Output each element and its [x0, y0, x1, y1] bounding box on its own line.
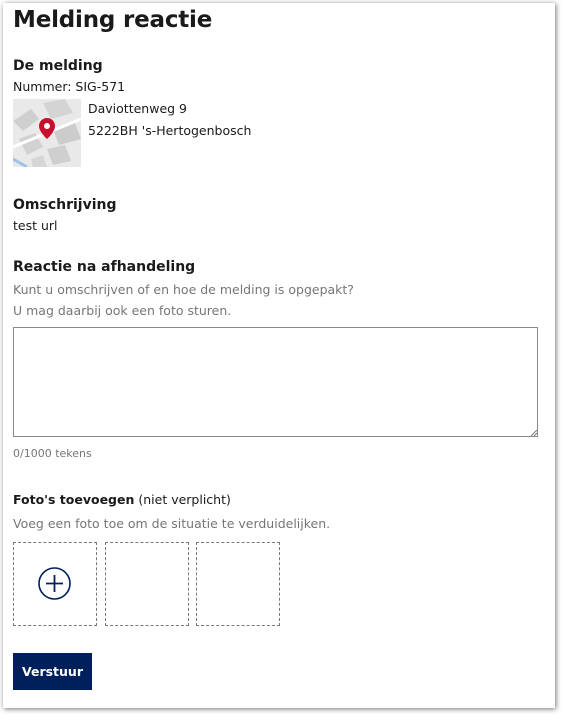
address-line-city: 5222BH 's-Hertogenbosch: [88, 123, 252, 138]
photo-slot-empty: [196, 542, 280, 626]
reactie-help-line2: U mag daarbij ook een foto sturen.: [13, 303, 232, 318]
omschrijving-heading: Omschrijving: [13, 197, 117, 213]
melding-nummer: Nummer: SIG-571: [13, 79, 126, 94]
fotos-help: Voeg een foto toe om de situatie te verd…: [13, 516, 331, 531]
address-line-street: Daviottenweg 9: [88, 101, 187, 116]
reactie-heading: Reactie na afhandeling: [13, 259, 196, 275]
fotos-heading: Foto's toevoegen: [13, 492, 135, 507]
resize-handle-icon[interactable]: [530, 429, 538, 437]
reactie-textarea[interactable]: [13, 327, 538, 437]
fotos-heading-row: Foto's toevoegen (niet verplicht): [13, 492, 231, 507]
melding-heading: De melding: [13, 58, 103, 74]
photo-slot-empty: [105, 542, 189, 626]
page-title: Melding reactie: [13, 7, 213, 33]
add-photo-button[interactable]: [13, 542, 97, 626]
character-counter: 0/1000 tekens: [13, 447, 92, 460]
fotos-optional-label: (niet verplicht): [134, 492, 231, 507]
page-frame: Melding reactie De melding Nummer: SIG-5…: [3, 3, 555, 708]
omschrijving-value: test url: [13, 218, 58, 233]
map-graphic: [13, 99, 81, 167]
submit-button[interactable]: Verstuur: [13, 653, 92, 690]
plus-circle-icon: [38, 567, 71, 600]
location-map-thumbnail[interactable]: [13, 99, 81, 167]
reactie-help-line1: Kunt u omschrijven of en hoe de melding …: [13, 282, 354, 297]
